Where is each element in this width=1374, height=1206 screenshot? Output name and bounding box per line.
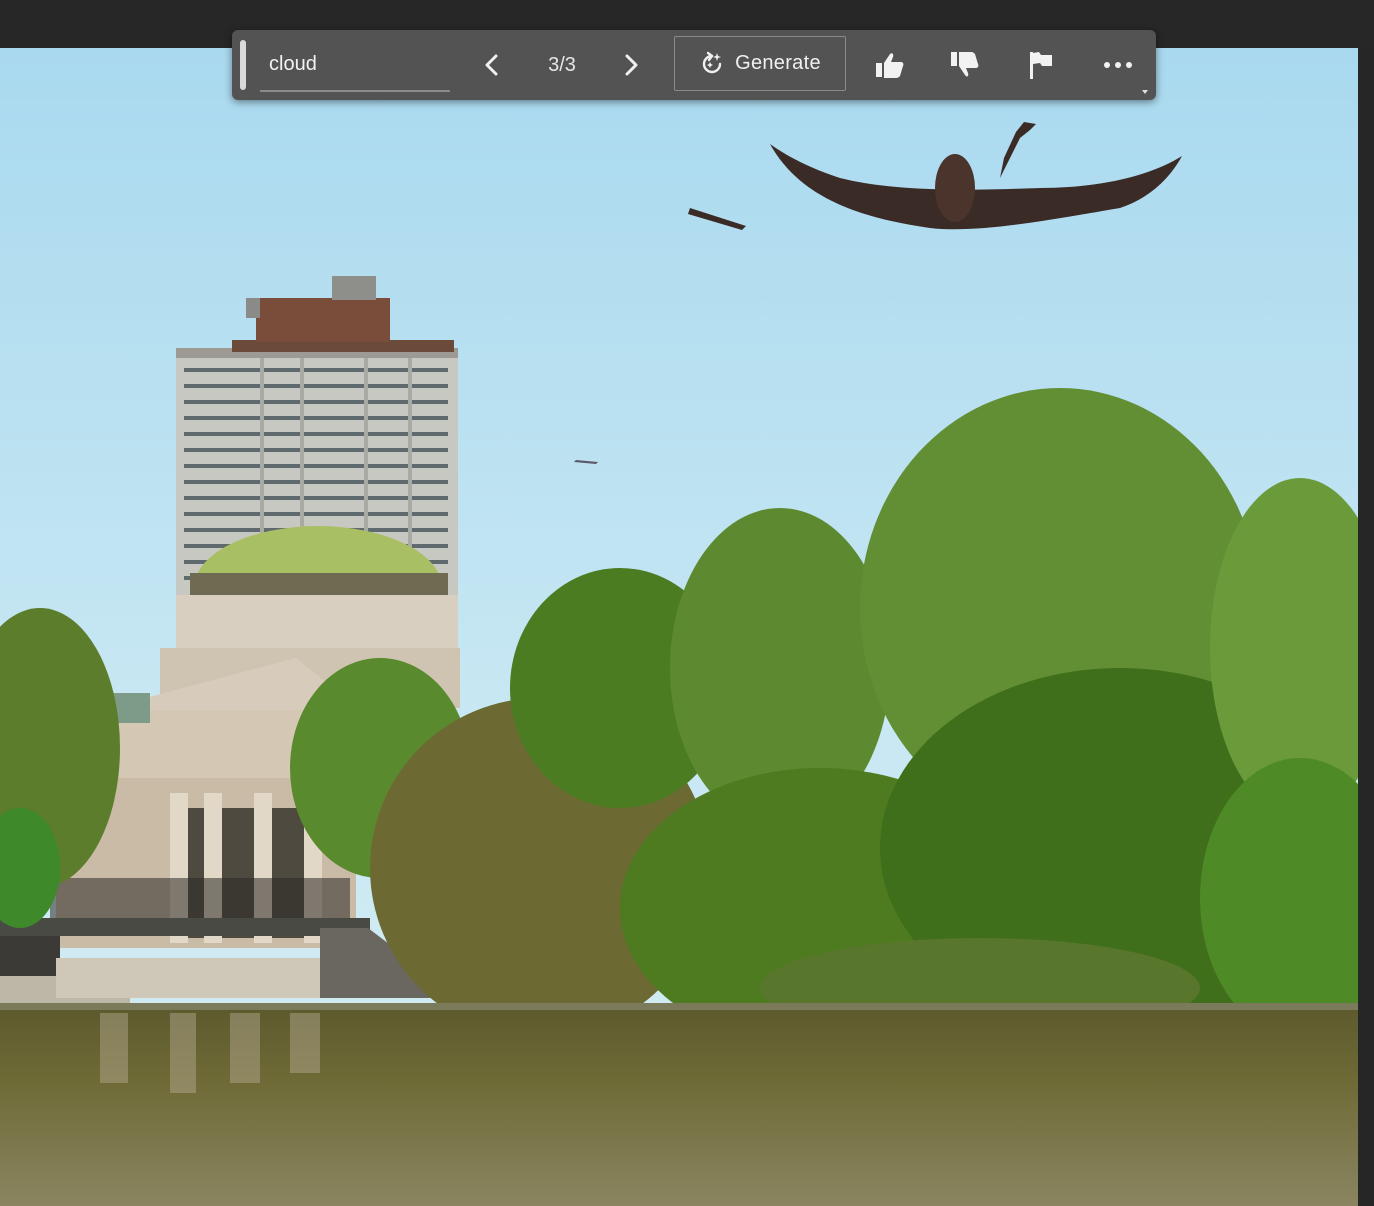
document-canvas[interactable] — [0, 48, 1358, 1206]
variation-counter: 3/3 — [548, 54, 576, 76]
prompt-input[interactable] — [260, 44, 449, 84]
report-button[interactable] — [1023, 47, 1059, 83]
previous-variation-button[interactable] — [474, 47, 510, 83]
canvas-scroll-gutter — [1358, 48, 1374, 1206]
thumbs-down-button[interactable] — [947, 47, 983, 83]
chevron-right-icon — [625, 54, 638, 76]
more-horizontal-icon — [1104, 62, 1132, 68]
canvas-image — [0, 48, 1358, 1206]
more-options-button[interactable] — [1100, 47, 1136, 83]
next-variation-button[interactable] — [613, 47, 649, 83]
thumbs-up-icon — [876, 53, 904, 78]
contextual-task-bar: 3/3 Generate — [232, 30, 1156, 100]
generate-refresh-icon — [702, 51, 722, 73]
prompt-field-wrapper — [260, 44, 450, 92]
taskbar-menu-indicator[interactable] — [1142, 90, 1148, 94]
generate-label: Generate — [735, 52, 821, 74]
chevron-left-icon — [485, 54, 498, 76]
flag-icon — [1030, 52, 1052, 79]
thumbs-up-button[interactable] — [872, 47, 908, 83]
thumbs-down-icon — [951, 52, 979, 77]
generate-button[interactable]: Generate — [674, 36, 846, 91]
lake-water — [0, 1010, 1358, 1206]
drag-handle[interactable] — [240, 40, 246, 90]
